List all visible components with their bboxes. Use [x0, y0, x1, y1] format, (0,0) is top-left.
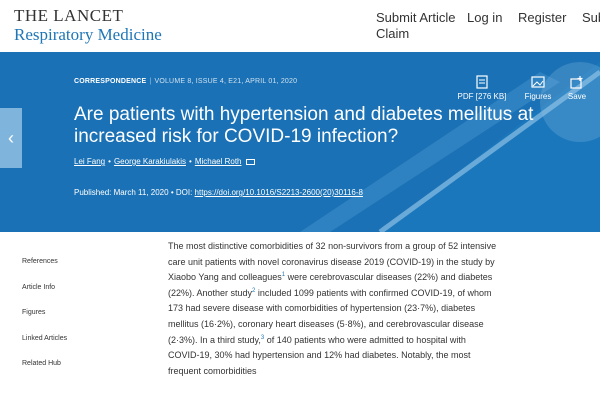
top-bar: THE LANCET Respiratory Medicine Submit A…	[0, 0, 600, 52]
article-header: ‹ CORRESPONDENCE | VOLUME 8, ISSUE 4, E21,…	[0, 52, 600, 232]
author-link[interactable]: George Karakiulakis	[114, 157, 186, 166]
email-icon[interactable]	[245, 158, 255, 165]
pdf-download-button[interactable]: PDF [276 KB]	[452, 72, 512, 101]
doi-link[interactable]: https://doi.org/10.1016/S2213-2600(20)30…	[195, 188, 363, 197]
journal-logo[interactable]: THE LANCET	[14, 6, 123, 26]
journal-subtitle[interactable]: Respiratory Medicine	[14, 25, 162, 45]
figures-button[interactable]: Figures	[522, 72, 554, 101]
article-type: CORRESPONDENCE	[74, 78, 147, 85]
author-link[interactable]: Michael Roth	[195, 157, 242, 166]
sidebar-item-figures[interactable]: Figures	[22, 309, 142, 335]
register-link[interactable]: Register	[518, 10, 566, 26]
pdf-label: PDF [276 KB]	[457, 92, 507, 101]
doi-label: DOI:	[175, 188, 193, 197]
publication-info: Published: March 11, 2020 • DOI: https:/…	[74, 188, 363, 197]
save-button[interactable]: Save	[562, 72, 592, 101]
chevron-left-icon: ‹	[8, 127, 14, 148]
article-meta: CORRESPONDENCE | VOLUME 8, ISSUE 4, E21, A…	[74, 78, 298, 85]
pdf-icon	[452, 72, 512, 92]
article-body: The most distinctive comorbidities of 32…	[168, 239, 498, 379]
bookmark-add-icon	[562, 72, 592, 92]
image-icon	[522, 72, 554, 92]
sidebar-item-related-hub[interactable]: Related Hub	[22, 360, 142, 386]
sidebar-item-article-info[interactable]: Article Info	[22, 284, 142, 310]
sidebar-item-linked-articles[interactable]: Linked Articles	[22, 335, 142, 361]
save-label: Save	[567, 92, 587, 101]
article-sidebar: References Article Info Figures Linked A…	[22, 258, 142, 386]
figures-label: Figures	[524, 92, 552, 101]
author-link[interactable]: Lei Fang	[74, 157, 105, 166]
issue-info[interactable]: VOLUME 8, ISSUE 4, E21, APRIL 01, 2020	[154, 78, 297, 85]
submit-article-claim-link[interactable]: Submit Article Claim	[376, 10, 456, 42]
previous-article-button[interactable]: ‹	[0, 108, 22, 168]
article-title: Are patients with hypertension and diabe…	[74, 104, 534, 147]
sidebar-item-references[interactable]: References	[22, 258, 142, 284]
author-list: Lei Fang • George Karakiulakis • Michael Rot…	[74, 157, 255, 166]
published-date: Published: March 11, 2020	[74, 188, 169, 197]
subscribe-link[interactable]: Subs	[582, 10, 600, 26]
login-link[interactable]: Log in	[467, 10, 502, 26]
